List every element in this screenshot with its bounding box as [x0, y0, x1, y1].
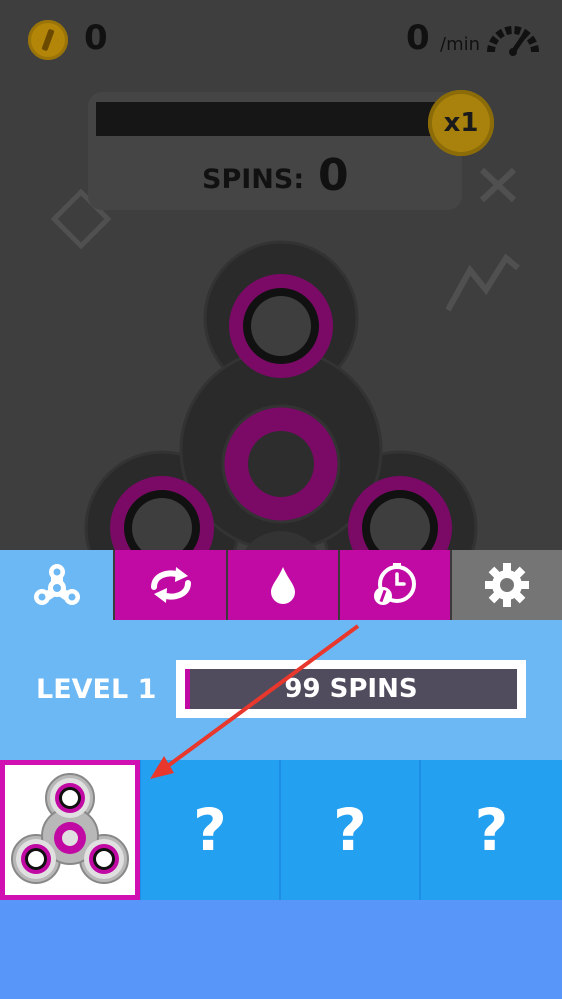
tab-timer[interactable] — [340, 550, 450, 620]
spinner-slot-locked[interactable]: ? — [141, 760, 279, 900]
rotate-icon — [150, 567, 191, 603]
tab-color[interactable] — [228, 550, 338, 620]
fidget-spinner[interactable] — [0, 0, 562, 550]
drop-icon — [271, 567, 295, 604]
spinner-unlock-grid: ? ? ? — [0, 760, 562, 900]
level-panel: LEVEL 1 99 SPINS — [0, 620, 562, 760]
tab-bar — [0, 550, 562, 620]
game-area[interactable]: 0 0 /min x1 SPINS: 0 — [0, 0, 562, 550]
tab-rotation[interactable] — [115, 550, 226, 620]
level-label: LEVEL 1 — [36, 674, 157, 705]
spinner-slot-selected[interactable] — [0, 760, 140, 900]
gear-icon — [485, 563, 529, 607]
timer-icon — [374, 563, 416, 605]
level-progress-text: 99 SPINS — [284, 674, 418, 704]
bottom-area — [0, 900, 562, 999]
level-progress-track: 99 SPINS — [185, 669, 517, 709]
fidget-spinner-icon — [33, 564, 80, 605]
level-progress-bar: 99 SPINS — [176, 660, 526, 718]
tab-settings[interactable] — [452, 550, 562, 620]
tab-spinners[interactable] — [0, 550, 113, 620]
spinner-bearing — [110, 274, 452, 550]
spinner-slot-locked[interactable]: ? — [421, 760, 562, 900]
spinner-slot-locked[interactable]: ? — [281, 760, 419, 900]
fidget-spinner-icon — [11, 773, 129, 884]
